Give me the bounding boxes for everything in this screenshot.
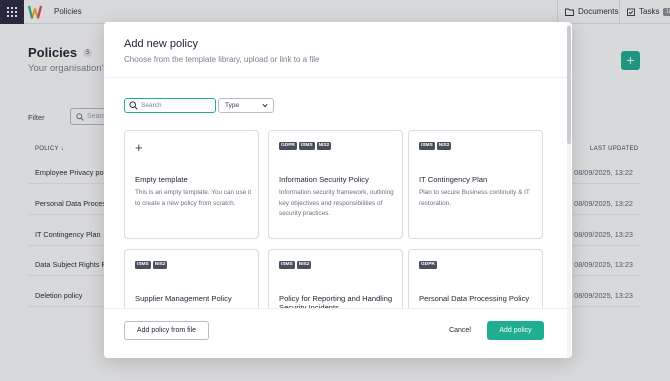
modal-footer: Add policy from file Cancel Add policy: [104, 308, 572, 358]
scrollbar-thumb[interactable]: [567, 26, 571, 144]
template-title: Empty template: [135, 175, 188, 184]
tag-list: GDPR: [419, 261, 437, 269]
tag-badge: GDPR: [419, 261, 437, 269]
tag-list: ISMS NIS2: [419, 142, 452, 150]
template-title: IT Contingency Plan: [419, 175, 488, 184]
tag-list: ISMS NIS2: [135, 261, 168, 269]
tag-badge: NIS2: [296, 261, 312, 269]
template-description: Plan to secure Business continuity & IT …: [419, 189, 530, 207]
type-filter-select[interactable]: Type: [218, 98, 274, 113]
tag-list: ISMS NIS2: [279, 261, 312, 269]
tag-badge: GDPR: [279, 142, 297, 150]
add-policy-button[interactable]: Add policy: [487, 321, 544, 340]
add-policy-modal: Add new policy Choose from the template …: [104, 22, 572, 358]
template-card[interactable]: ISMS NIS2 Supplier Management Policy: [124, 249, 259, 308]
template-card[interactable]: ISMS NIS2 IT Contingency Plan Plan to se…: [408, 130, 543, 239]
template-description: Information security framework, outlinin…: [279, 189, 394, 217]
template-search-input[interactable]: [141, 100, 211, 111]
modal-scrollbar[interactable]: [567, 22, 571, 358]
tag-list: GDPR ISMS NIS2: [279, 142, 332, 150]
tag-badge: NIS2: [316, 142, 332, 150]
template-title: Policy for Reporting and Handling Securi…: [279, 294, 393, 308]
template-title: Personal Data Processing Policy: [419, 294, 530, 303]
plus-icon: +: [135, 140, 143, 155]
template-card-empty[interactable]: + Empty template This is an empty templa…: [124, 130, 259, 239]
tag-badge: ISMS: [298, 142, 315, 150]
template-card[interactable]: GDPR Personal Data Processing Policy: [408, 249, 543, 308]
template-description: This is an empty template. You can use i…: [135, 189, 252, 207]
tag-badge: NIS2: [436, 142, 452, 150]
tag-badge: NIS2: [152, 261, 168, 269]
template-card[interactable]: ISMS NIS2 Policy for Reporting and Handl…: [268, 249, 403, 308]
modal-title: Add new policy: [124, 38, 198, 50]
cancel-button[interactable]: Cancel: [440, 321, 480, 340]
template-card[interactable]: GDPR ISMS NIS2 Information Security Poli…: [268, 130, 403, 239]
tag-badge: ISMS: [135, 261, 151, 269]
chevron-down-icon: [262, 103, 268, 108]
add-policy-from-file-button[interactable]: Add policy from file: [124, 321, 209, 340]
modal-subtitle: Choose from the template library, upload…: [124, 55, 320, 64]
type-filter-label: Type: [225, 102, 240, 109]
tag-badge: ISMS: [419, 142, 435, 150]
template-library: + Empty template This is an empty templa…: [124, 130, 544, 308]
search-icon: [129, 101, 138, 110]
template-title: Information Security Policy: [279, 175, 369, 184]
tag-badge: ISMS: [279, 261, 295, 269]
modal-header: Add new policy Choose from the template …: [104, 22, 572, 78]
template-title: Supplier Management Policy: [135, 294, 232, 303]
template-search-field[interactable]: [124, 98, 216, 113]
